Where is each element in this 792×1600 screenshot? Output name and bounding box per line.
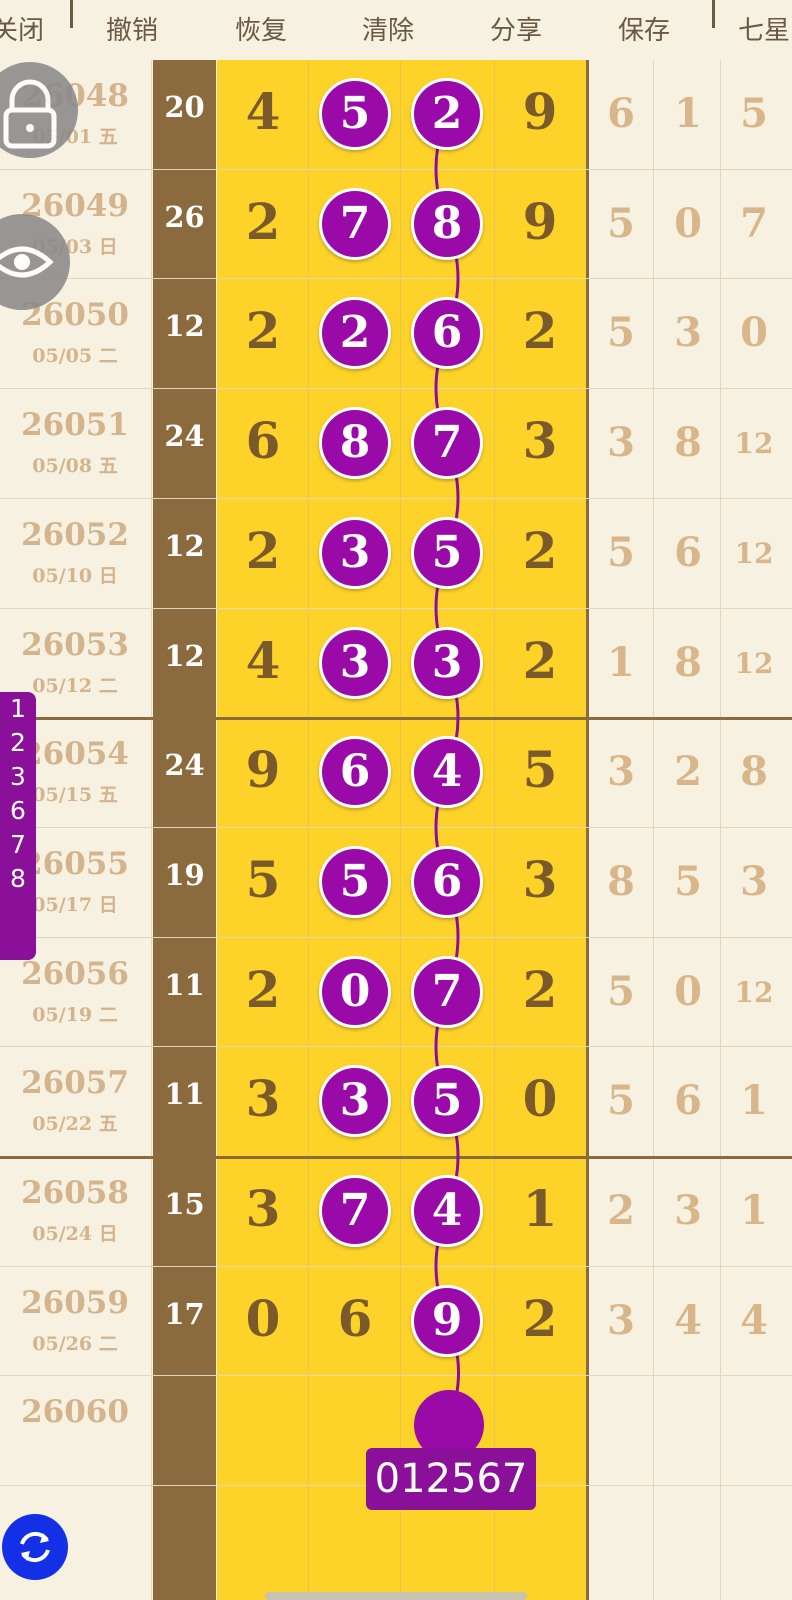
digit-ball[interactable]: 5	[411, 516, 483, 589]
eye-icon	[0, 246, 54, 278]
refresh-icon	[20, 1531, 50, 1563]
digit-ball[interactable]: 7	[411, 955, 483, 1028]
digit-ball[interactable]: 6	[411, 297, 483, 370]
side-number: 8	[10, 864, 26, 893]
eye-button[interactable]	[0, 214, 70, 310]
digit-ball[interactable]: 9	[411, 1284, 483, 1357]
digit-ball[interactable]: 4	[411, 1175, 483, 1247]
lock-button[interactable]	[0, 62, 78, 158]
trend-line	[434, 113, 461, 1421]
horizontal-scrollbar[interactable]	[265, 1592, 527, 1600]
side-number: 2	[10, 728, 26, 757]
digit-ball[interactable]: 3	[319, 1065, 391, 1138]
digit-ball[interactable]: 4	[411, 736, 483, 809]
digit-ball[interactable]: 8	[319, 407, 391, 480]
digit-ball[interactable]: 5	[411, 1065, 483, 1138]
refresh-button[interactable]	[2, 1514, 68, 1580]
digit-ball[interactable]: 7	[411, 407, 483, 480]
digit-ball[interactable]: 5	[319, 845, 391, 918]
digit-ball[interactable]: 7	[319, 187, 391, 260]
digit-ball[interactable]: 2	[411, 78, 483, 150]
side-number: 6	[10, 796, 26, 825]
side-number: 7	[10, 830, 26, 859]
digit-ball[interactable]: 0	[319, 955, 391, 1028]
prediction-label[interactable]: 012567	[366, 1448, 536, 1510]
digit-ball[interactable]: 6	[319, 736, 391, 809]
digit-ball[interactable]: 7	[319, 1175, 391, 1247]
digit-ball[interactable]: 3	[319, 516, 391, 589]
side-number-list[interactable]: 1 2 3 6 7 8	[0, 692, 36, 960]
side-number: 3	[10, 762, 26, 791]
digit-ball[interactable]: 8	[411, 187, 483, 260]
digit-ball[interactable]: 6	[411, 845, 483, 918]
digit-ball[interactable]: 2	[319, 297, 391, 370]
digit-ball[interactable]: 5	[319, 78, 391, 150]
side-number: 1	[10, 694, 26, 723]
digit-ball[interactable]: 3	[319, 626, 391, 699]
lock-icon	[3, 79, 57, 149]
digit-ball[interactable]: 3	[411, 626, 483, 699]
